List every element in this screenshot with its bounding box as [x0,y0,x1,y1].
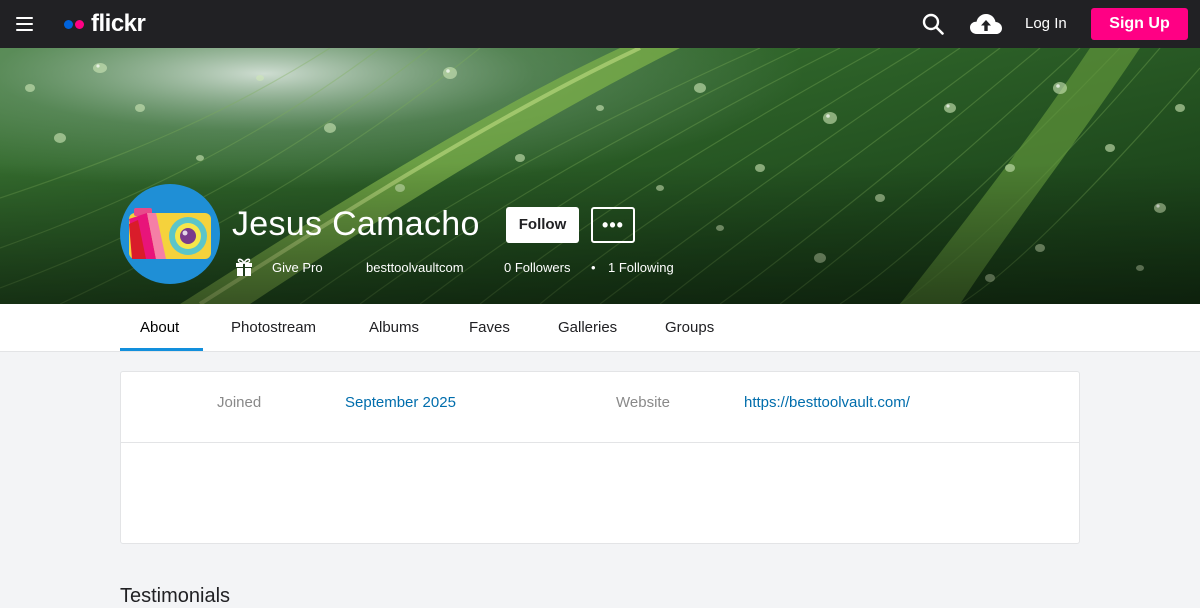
logo-text: flickr [91,10,146,37]
followers-link[interactable]: 0 Followers [504,260,570,276]
gift-icon[interactable] [235,257,253,276]
about-card: Joined September 2025 Website https://be… [120,371,1080,544]
tab-faves[interactable]: Faves [469,319,510,337]
flickr-logo[interactable]: flickr [64,10,146,37]
more-options-button[interactable]: ••• [591,207,635,243]
give-pro-link[interactable]: Give Pro [272,260,323,276]
profile-name: Jesus Camacho [232,205,480,243]
testimonials-heading: Testimonials [120,585,231,607]
tab-about[interactable]: About [140,319,179,337]
tab-photostream[interactable]: Photostream [231,319,316,337]
active-tab-indicator [120,348,203,351]
follow-button[interactable]: Follow [506,207,579,243]
logo-pink-dot [75,19,84,29]
avatar[interactable] [120,184,220,284]
camera-avatar-icon [129,208,211,259]
card-divider [121,442,1079,443]
menu-icon[interactable] [16,17,33,31]
following-link[interactable]: 1 Following [608,260,674,276]
tab-galleries[interactable]: Galleries [558,319,617,337]
login-link[interactable]: Log In [1025,15,1067,33]
search-icon[interactable] [922,13,944,35]
tab-groups[interactable]: Groups [665,319,714,337]
joined-label: Joined [217,394,262,411]
top-navigation-bar: flickr Log In Sign Up [0,0,1200,48]
upload-cloud-icon[interactable] [969,12,1003,36]
logo-blue-dot [64,19,73,29]
website-label: Website [616,394,670,411]
signup-button[interactable]: Sign Up [1091,8,1188,40]
meta-separator: • [591,260,596,275]
profile-tabs: About Photostream Albums Faves Galleries… [0,304,1200,352]
website-link[interactable]: https://besttoolvault.com/ [744,394,910,412]
tab-albums[interactable]: Albums [369,319,419,337]
joined-value: September 2025 [345,394,456,411]
username: besttoolvaultcom [366,260,464,275]
